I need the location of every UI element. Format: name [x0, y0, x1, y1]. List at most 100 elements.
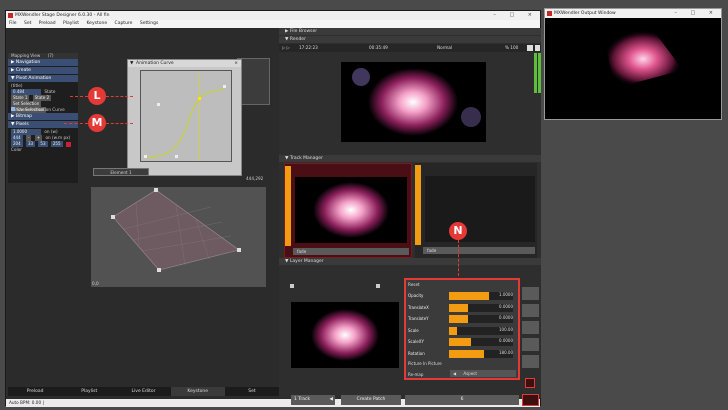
prop-label: Scale — [408, 327, 419, 333]
menu-preload[interactable]: Preload — [39, 21, 56, 26]
track-manager-header[interactable]: ▼ Track Manager — [279, 155, 541, 162]
prop-label: Rotation — [408, 350, 425, 356]
window-controls[interactable]: – □ × — [493, 11, 538, 20]
menu-keystone[interactable]: Keystone — [86, 21, 107, 26]
layer-side-button-1[interactable] — [522, 287, 539, 300]
remap-select[interactable]: ◀ Aspect — [450, 370, 516, 377]
render-percent: % 100 — [505, 45, 519, 50]
prop-row-translatex: TranslateX 0.0000 — [408, 303, 516, 314]
collapse-icon[interactable]: ▼ — [130, 60, 133, 67]
curve-current-point[interactable] — [198, 97, 201, 100]
section-navigation[interactable]: ▶ Navigation — [8, 59, 78, 66]
menu-file[interactable]: File — [9, 21, 17, 26]
tab-keystone[interactable]: Keystone — [170, 387, 225, 396]
render-time-right: 00:35:49 — [369, 45, 388, 50]
track-2-label[interactable]: fade — [423, 247, 535, 254]
resolution-label: on (w.m px) — [45, 135, 71, 140]
mesh-warp-area[interactable] — [91, 187, 266, 287]
layer-thumb-small-icon[interactable] — [525, 378, 535, 388]
tab-set[interactable]: Set — [225, 387, 279, 396]
tab-preload[interactable]: Preload — [8, 387, 62, 396]
render-settings-icon[interactable] — [527, 45, 533, 51]
menu-playlist[interactable]: Playlist — [63, 21, 79, 26]
prop-slider-fill — [449, 292, 489, 300]
marker-l-connector-right — [106, 96, 133, 97]
section-pivot-animation[interactable]: ▼ Pivot Animation — [8, 75, 78, 82]
section-bitmap-label: Bitmap — [15, 114, 33, 119]
mesh-handle-left[interactable] — [111, 215, 115, 219]
slot-field[interactable]: 6 — [405, 395, 519, 405]
section-navigation-label: Navigation — [15, 60, 41, 65]
track-1-label[interactable]: fade — [293, 248, 409, 255]
prop-value: 100.00 — [499, 326, 513, 332]
show-curve-label: Show Animation Curve — [17, 107, 65, 112]
track-select-label: 1 Track — [294, 397, 311, 402]
close-icon[interactable]: × — [234, 60, 238, 67]
tab-live-editor[interactable]: Live Editor — [116, 387, 170, 396]
mesh-handle-right[interactable] — [237, 248, 241, 252]
layer-handle-tl[interactable] — [290, 284, 294, 288]
track-1[interactable]: fade — [284, 163, 412, 258]
play-icon[interactable]: ▷ ▷ — [282, 44, 290, 52]
layer-side-button-3[interactable] — [522, 321, 539, 334]
prop-slider-fill — [449, 326, 457, 335]
render-title: Render — [289, 37, 306, 42]
curve-point-start[interactable] — [144, 155, 147, 158]
render-close-icon[interactable] — [535, 45, 540, 51]
right-column: ▶ File Browser ▼ Render ▷ ▷ 17:22:23 00:… — [279, 28, 541, 406]
tab-playlist[interactable]: Playlist — [62, 387, 116, 396]
layer-preview — [291, 302, 399, 368]
layer-side-button-4[interactable] — [522, 338, 539, 351]
prop-slider-fill — [449, 338, 472, 346]
animation-curve-graph[interactable] — [140, 70, 232, 162]
section-create-label: Create — [15, 68, 31, 73]
create-patch-button[interactable]: Create Patch — [341, 395, 401, 405]
layer-handle-tr[interactable] — [376, 284, 380, 288]
layer-thumb-icon[interactable] — [522, 394, 539, 406]
render-blend-mode[interactable]: Normal — [437, 44, 452, 52]
mesh-handle-bottom[interactable] — [157, 268, 161, 272]
render-preview — [341, 62, 486, 142]
mesh-coord-right: 444,292 — [246, 176, 264, 181]
output-window-title: MXWendler Output Window — [554, 11, 616, 16]
color-a-field[interactable]: 255 — [50, 141, 63, 147]
menu-settings[interactable]: Settings — [140, 21, 158, 26]
element-label[interactable]: Element 1 — [93, 168, 149, 176]
layer-side-button-2[interactable] — [522, 304, 539, 317]
curve-handle-1[interactable] — [157, 103, 160, 106]
color-swatch[interactable] — [65, 141, 71, 147]
mesh-handle-top[interactable] — [154, 188, 158, 192]
curve-point-end[interactable] — [223, 85, 226, 88]
prop-label: TranslateY — [408, 316, 429, 321]
render-header[interactable]: ▼ Render — [279, 36, 541, 43]
prop-value: 180.00 — [499, 349, 513, 355]
color-g-field[interactable]: 33 — [25, 141, 36, 147]
warped-mesh[interactable] — [112, 189, 240, 271]
menu-set[interactable]: Set — [24, 21, 31, 26]
reset-button[interactable]: Reset — [408, 282, 420, 287]
output-window-controls[interactable]: – □ × — [674, 9, 719, 18]
layer-side-button-5[interactable] — [522, 355, 539, 368]
curve-handle-2[interactable] — [175, 155, 178, 158]
prop-slider-fill — [449, 315, 469, 323]
state-label: State — [44, 89, 56, 94]
section-pivot-animation-label: Pivot Animation — [15, 76, 52, 81]
menu-capture[interactable]: Capture — [115, 21, 133, 26]
menu-bar: File Set Preload Playlist Keystone Captu… — [6, 20, 540, 28]
color-b-field[interactable]: 53 — [38, 141, 48, 147]
file-browser-title: File Browser — [289, 29, 318, 34]
track-2-opacity-bar[interactable] — [415, 165, 421, 245]
track-2[interactable]: fade — [415, 163, 537, 258]
app-logo-icon — [8, 13, 13, 18]
track-1-opacity-bar[interactable] — [285, 166, 291, 246]
marker-n: N — [449, 222, 467, 240]
track-manager-title: Track Manager — [289, 156, 323, 161]
section-bitmap[interactable]: ▶ Bitmap — [8, 113, 78, 120]
layer-manager-header[interactable]: ▼ Layer Manager — [279, 258, 541, 265]
output-logo-icon — [547, 11, 552, 16]
file-browser-header[interactable]: ▶ File Browser — [279, 28, 541, 35]
show-curve-checkbox[interactable] — [11, 107, 15, 111]
track-select[interactable]: 1 Track ◀ — [291, 395, 335, 405]
prop-label: ScaleXY — [408, 339, 424, 344]
section-create[interactable]: ▶ Create — [8, 67, 78, 74]
